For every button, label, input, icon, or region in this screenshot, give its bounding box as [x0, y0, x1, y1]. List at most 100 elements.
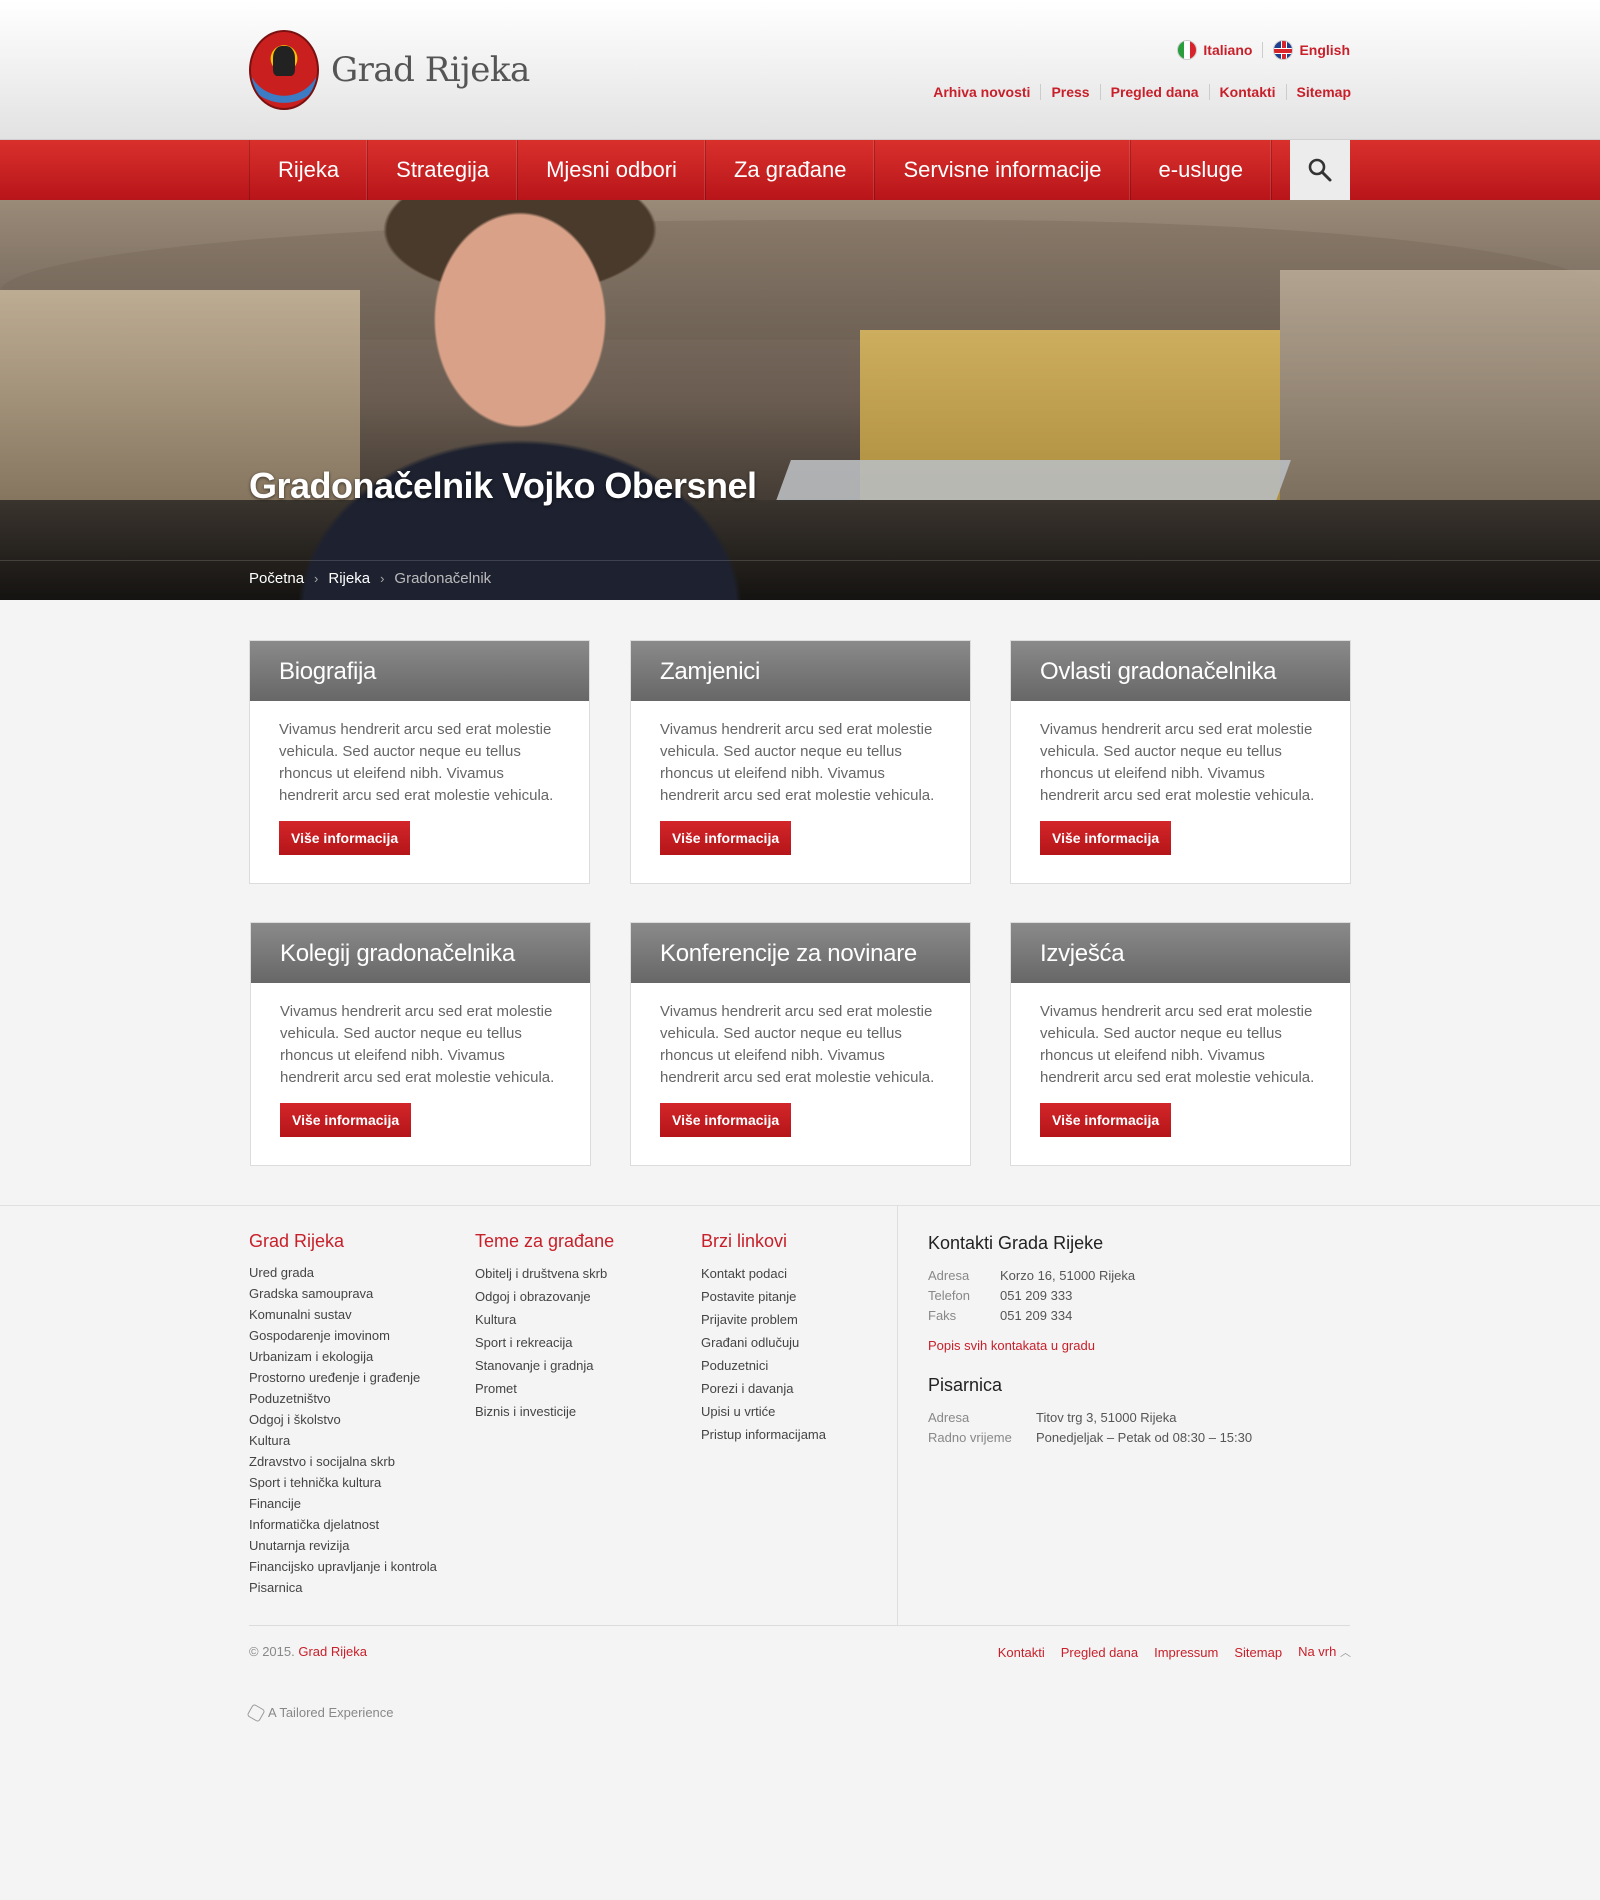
breadcrumb: Početna › Rijeka › Gradonačelnik — [249, 570, 491, 587]
footer-link[interactable]: Informatička djelatnost — [249, 1514, 437, 1535]
card-title[interactable]: Biografija — [250, 641, 589, 701]
more-info-button[interactable]: Više informacija — [279, 821, 411, 855]
card-title[interactable]: Kolegij gradonačelnika — [251, 923, 590, 983]
language-english[interactable]: English — [1273, 40, 1350, 60]
main-nav-items: Rijeka Strategija Mjesni odbori Za građa… — [249, 140, 1350, 200]
breadcrumb-item-current: Gradonačelnik — [394, 570, 492, 587]
footer-link[interactable]: Financije — [249, 1493, 437, 1514]
card-title[interactable]: Zamjenici — [631, 641, 970, 701]
page-title: Gradonačelnik Vojko Obersnel — [249, 465, 757, 506]
contact-value: 051 209 333 — [1000, 1288, 1073, 1303]
breadcrumb-item-rijeka[interactable]: Rijeka — [328, 570, 370, 587]
nav-item-za-gradane[interactable]: Za građane — [706, 140, 876, 200]
uk-flag-icon — [1273, 40, 1294, 60]
card-text: Vivamus hendrerit arcu sed erat molestie… — [279, 721, 554, 804]
footer-link[interactable]: Pristup informacijama — [701, 1423, 826, 1446]
footer-column-title: Brzi linkovi — [701, 1231, 788, 1251]
footer-link[interactable]: Upisi u vrtiće — [701, 1400, 826, 1423]
footer-link[interactable]: Sport i rekreacija — [475, 1331, 614, 1354]
card-title[interactable]: Ovlasti gradonačelnika — [1011, 641, 1350, 701]
language-label: English — [1299, 42, 1350, 58]
footer-link[interactable]: Zdravstvo i socijalna skrb — [249, 1451, 437, 1472]
footer-link[interactable]: Prijavite problem — [701, 1308, 826, 1331]
info-card: Kolegij gradonačelnika Vivamus hendrerit… — [250, 922, 591, 1166]
search-button[interactable] — [1290, 140, 1350, 200]
bottom-link-kontakti[interactable]: Kontakti — [998, 1645, 1045, 1660]
more-info-button[interactable]: Više informacija — [1040, 821, 1172, 855]
footer-link[interactable]: Odgoj i obrazovanje — [475, 1285, 614, 1308]
footer-link[interactable]: Pisarnica — [249, 1577, 437, 1598]
back-to-top-link[interactable]: Na vrh ︿ — [1298, 1644, 1351, 1660]
card-text: Vivamus hendrerit arcu sed erat molestie… — [1040, 1003, 1315, 1086]
chevron-right-icon: › — [380, 571, 385, 586]
footer-link[interactable]: Stanovanje i gradnja — [475, 1354, 614, 1377]
contact-value: Titov trg 3, 51000 Rijeka — [1036, 1410, 1177, 1425]
footer-link[interactable]: Financijsko upravljanje i kontrola — [249, 1556, 437, 1577]
language-label: Italiano — [1203, 42, 1253, 58]
contact-value: Korzo 16, 51000 Rijeka — [1000, 1268, 1136, 1283]
site-logo[interactable]: Grad Rijeka — [249, 30, 530, 110]
footer-link[interactable]: Gospodarenje imovinom — [249, 1325, 437, 1346]
top-link-pregled-dana[interactable]: Pregled dana — [1099, 84, 1209, 100]
nav-item-e-usluge[interactable]: e-usluge — [1131, 140, 1272, 200]
tailored-credit[interactable]: A Tailored Experience — [246, 1702, 394, 1723]
footer-link[interactable]: Poduzetništvo — [249, 1388, 437, 1409]
breadcrumb-item-pocetna[interactable]: Početna — [249, 570, 304, 587]
card-title[interactable]: Izvješća — [1011, 923, 1350, 983]
bottom-link-sitemap[interactable]: Sitemap — [1234, 1645, 1282, 1660]
footer-link[interactable]: Kultura — [475, 1308, 614, 1331]
footer-link[interactable]: Kontakt podaci — [701, 1262, 826, 1285]
footer-link[interactable]: Obitelj i društvena skrb — [475, 1262, 614, 1285]
top-link-sitemap[interactable]: Sitemap — [1285, 84, 1351, 100]
footer-link[interactable]: Sport i tehnička kultura — [249, 1472, 437, 1493]
copyright-brand-link[interactable]: Grad Rijeka — [298, 1644, 367, 1659]
language-switcher: Italiano English — [1177, 40, 1350, 60]
more-info-button[interactable]: Više informacija — [660, 1103, 792, 1137]
more-info-button[interactable]: Više informacija — [280, 1103, 412, 1137]
footer-bottom-links: Kontakti Pregled dana Impressum Sitemap … — [998, 1644, 1351, 1660]
top-link-kontakti[interactable]: Kontakti — [1208, 84, 1286, 100]
card-text: Vivamus hendrerit arcu sed erat molestie… — [660, 721, 935, 804]
bottom-link-impressum[interactable]: Impressum — [1154, 1645, 1218, 1660]
footer-link[interactable]: Odgoj i školstvo — [249, 1409, 437, 1430]
divider — [897, 1206, 898, 1626]
card-title[interactable]: Konferencije za novinare — [631, 923, 970, 983]
more-info-button[interactable]: Više informacija — [660, 821, 792, 855]
nav-item-rijeka[interactable]: Rijeka — [250, 140, 369, 200]
contact-row: Adresa Korzo 16, 51000 Rijeka — [928, 1266, 1252, 1286]
footer-link[interactable]: Porezi i davanja — [701, 1377, 826, 1400]
contact-value: 051 209 334 — [1000, 1308, 1073, 1323]
footer-link[interactable]: Komunalni sustav — [249, 1304, 437, 1325]
search-icon — [1308, 158, 1332, 182]
nav-item-mjesni-odbori[interactable]: Mjesni odbori — [518, 140, 706, 200]
footer-link[interactable]: Ured grada — [249, 1262, 437, 1283]
nav-item-strategija[interactable]: Strategija — [368, 140, 519, 200]
footer-link[interactable]: Urbanizam i ekologija — [249, 1346, 437, 1367]
main-nav: Rijeka Strategija Mjesni odbori Za građa… — [0, 140, 1600, 200]
chevron-right-icon: › — [314, 571, 319, 586]
contact-value: Ponedjeljak – Petak od 08:30 – 15:30 — [1036, 1430, 1253, 1445]
hero-banner: Gradonačelnik Vojko Obersnel Početna › R… — [0, 200, 1600, 600]
footer-link[interactable]: Promet — [475, 1377, 614, 1400]
hero-building — [1280, 270, 1600, 520]
top-link-arhiva-novosti[interactable]: Arhiva novosti — [923, 84, 1040, 100]
nav-item-servisne-informacije[interactable]: Servisne informacije — [875, 140, 1131, 200]
all-contacts-link[interactable]: Popis svih kontakata u gradu — [928, 1338, 1252, 1353]
site-name: Grad Rijeka — [331, 50, 530, 90]
footer-link[interactable]: Biznis i investicije — [475, 1400, 614, 1423]
bottom-link-pregled-dana[interactable]: Pregled dana — [1061, 1645, 1138, 1660]
card-text: Vivamus hendrerit arcu sed erat molestie… — [280, 1003, 555, 1086]
top-link-press[interactable]: Press — [1040, 84, 1099, 100]
more-info-button[interactable]: Više informacija — [1040, 1103, 1172, 1137]
footer-link[interactable]: Postavite pitanje — [701, 1285, 826, 1308]
footer-column-grad-rijeka: Grad Rijeka Ured grada Gradska samouprav… — [249, 1231, 437, 1598]
contact-row: Faks 051 209 334 — [928, 1306, 1252, 1326]
language-italiano[interactable]: Italiano — [1177, 40, 1252, 60]
footer-link[interactable]: Kultura — [249, 1430, 437, 1451]
contact-label: Adresa — [928, 1268, 970, 1283]
footer-link[interactable]: Prostorno uređenje i građenje — [249, 1367, 437, 1388]
footer-link[interactable]: Gradska samouprava — [249, 1283, 437, 1304]
footer-link[interactable]: Unutarnja revizija — [249, 1535, 437, 1556]
footer-link[interactable]: Građani odlučuju — [701, 1331, 826, 1354]
footer-link[interactable]: Poduzetnici — [701, 1354, 826, 1377]
